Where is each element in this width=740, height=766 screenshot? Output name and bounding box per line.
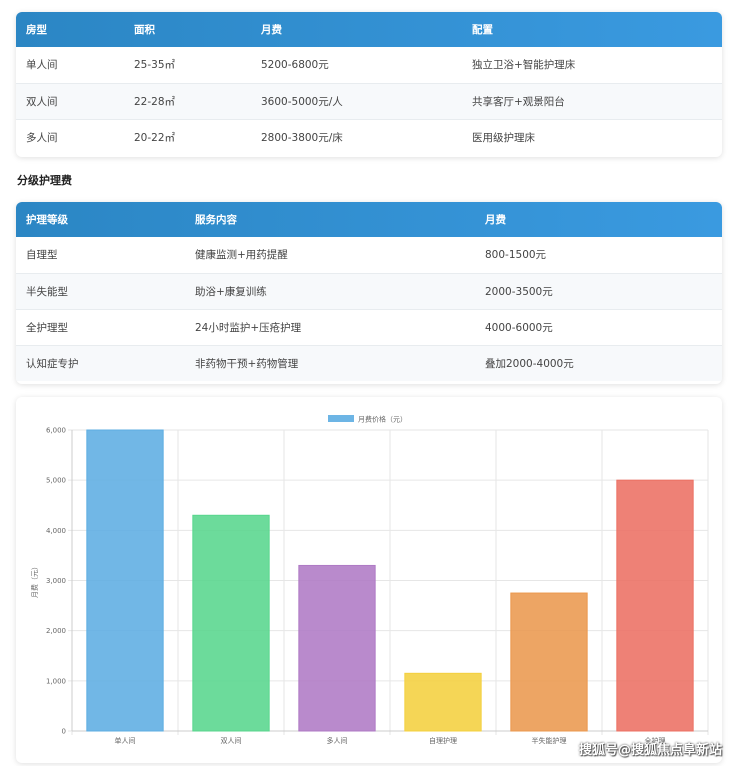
care-header-service: 服务内容 [195,214,237,226]
y-tick-label: 6,000 [46,427,66,435]
table-cell: 全护理型 [16,309,185,346]
room-table-header-row: 房型 面积 月费 配置 [16,12,722,47]
y-tick-label: 3,000 [46,577,66,585]
table-cell: 2800-3800元/床 [261,131,343,144]
room-type-table: 房型 面积 月费 配置 单人间 25-35㎡ 5200-6800元 独立卫浴+智… [16,12,722,155]
x-tick-label: 半失能护理 [532,736,567,745]
room-header-type: 房型 [26,24,47,36]
table-cell: 3600-5000元/人 [251,83,462,120]
table-row: 多人间 20-22㎡ 2800-3800元/床 医用级护理床 [16,119,722,155]
bar [192,514,270,732]
table-cell: 4000-6000元 [475,309,722,346]
table-cell: 自理型 [16,237,185,274]
y-axis-label: 月费（元） [30,563,39,598]
table-cell: 5200-6800元 [251,47,462,84]
table-cell: 24小时监护+压疮护理 [185,309,475,346]
table-cell: 共享客厅+观景阳台 [462,83,722,120]
table-row: 认知症专护 非药物干预+药物管理 叠加2000-4000元 [16,345,722,381]
care-level-table-card: 护理等级 服务内容 月费 自理型 健康监测+用药提醒 800-1500元 半失能… [16,202,722,384]
watermark: 搜狐号@搜狐焦点阜新站 [578,743,722,758]
fee-bar-chart-card: 0 1,000 2,000 3,000 4,000 5,000 6,000 单人间 双人间 多人间… [16,397,722,763]
care-header-fee: 月费 [485,214,506,226]
table-cell: 25-35㎡ [124,47,251,84]
room-type-table-card: 房型 面积 月费 配置 单人间 25-35㎡ 5200-6800元 独立卫浴+智… [16,12,722,157]
table-cell: 20-22㎡ [134,131,176,144]
y-tick-label: 0 [62,728,66,736]
table-cell: 2000-3500元 [475,273,722,310]
table-row: 全护理型 24小时监护+压疮护理 4000-6000元 [16,309,722,346]
room-header-fee: 月费 [261,24,282,36]
bar [510,592,588,732]
bar [616,479,694,732]
x-tick-label: 自理护理 [429,736,457,745]
care-section-title: 分级护理费 [17,174,72,187]
table-cell: 800-1500元 [475,237,722,274]
bar [404,672,482,732]
x-tick-label: 双人间 [221,737,242,745]
care-header-level: 护理等级 [26,214,68,226]
room-header-config: 配置 [472,24,493,36]
table-row: 半失能型 助浴+康复训练 2000-3500元 [16,273,722,310]
care-table-header-row: 护理等级 服务内容 月费 [16,202,722,237]
y-tick-label: 2,000 [46,627,66,635]
care-level-table: 护理等级 服务内容 月费 自理型 健康监测+用药提醒 800-1500元 半失能… [16,202,722,381]
table-cell: 健康监测+用药提醒 [185,237,475,274]
y-tick-label: 5,000 [46,477,66,485]
table-cell: 助浴+康复训练 [185,273,475,310]
x-tick-label: 多人间 [327,736,348,745]
table-row: 双人间 22-28㎡ 3600-5000元/人 共享客厅+观景阳台 [16,83,722,120]
room-header-area: 面积 [134,24,155,36]
table-cell: 单人间 [16,47,124,84]
y-tick-label: 4,000 [46,527,66,535]
table-cell: 半失能型 [16,273,185,310]
table-cell: 叠加2000-4000元 [475,345,722,381]
table-row: 自理型 健康监测+用药提醒 800-1500元 [16,237,722,274]
table-cell: 双人间 [16,83,124,120]
legend-swatch [328,415,354,422]
bar [86,429,164,732]
y-tick-label: 1,000 [46,677,66,685]
bar [298,564,376,732]
x-tick-label: 单人间 [115,736,136,745]
table-cell: 22-28㎡ [124,83,251,120]
fee-bar-chart: 0 1,000 2,000 3,000 4,000 5,000 6,000 单人间 双人间 多人间… [30,415,709,745]
table-cell: 医用级护理床 [472,131,535,144]
table-cell: 非药物干预+药物管理 [185,345,475,381]
legend-label: 月费价格（元） [358,415,407,424]
table-cell: 多人间 [26,131,58,144]
table-cell: 认知症专护 [16,345,185,381]
table-cell: 独立卫浴+智能护理床 [462,47,722,84]
table-row: 单人间 25-35㎡ 5200-6800元 独立卫浴+智能护理床 [16,47,722,84]
